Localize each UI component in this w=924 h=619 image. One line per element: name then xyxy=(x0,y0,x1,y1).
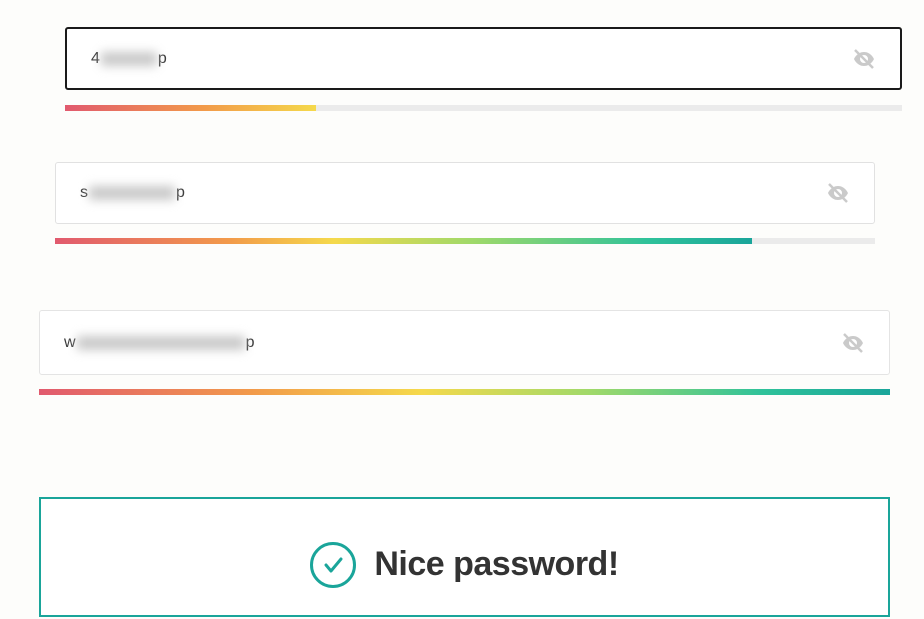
password-value-1: 4p xyxy=(91,50,167,68)
obscured-chars xyxy=(89,186,175,200)
obscured-chars xyxy=(77,336,245,350)
strength-fill-2 xyxy=(55,238,752,244)
check-circle-icon xyxy=(310,542,356,588)
eye-slash-icon xyxy=(826,181,850,205)
strength-bar-1 xyxy=(65,105,902,111)
toggle-visibility-3[interactable] xyxy=(841,331,865,355)
eye-slash-icon xyxy=(841,331,865,355)
eye-slash-icon xyxy=(852,47,876,71)
strength-fill-1 xyxy=(65,105,316,111)
strength-fill-3 xyxy=(39,389,890,395)
strength-bar-3 xyxy=(39,389,890,395)
strength-bar-2 xyxy=(55,238,875,244)
check-icon xyxy=(321,553,345,577)
success-text: Nice password! xyxy=(374,545,618,584)
password-input-3[interactable]: wp xyxy=(39,310,890,375)
obscured-chars xyxy=(101,52,157,66)
password-input-2[interactable]: sp xyxy=(55,162,875,224)
password-input-1[interactable]: 4p xyxy=(65,27,902,90)
password-field-3: wp xyxy=(39,310,890,375)
password-field-2: sp xyxy=(55,162,875,224)
success-message-box: Nice password! xyxy=(39,497,890,617)
password-value-2: sp xyxy=(80,184,185,202)
password-field-1: 4p xyxy=(65,27,902,90)
toggle-visibility-1[interactable] xyxy=(852,47,876,71)
password-value-3: wp xyxy=(64,334,254,352)
toggle-visibility-2[interactable] xyxy=(826,181,850,205)
